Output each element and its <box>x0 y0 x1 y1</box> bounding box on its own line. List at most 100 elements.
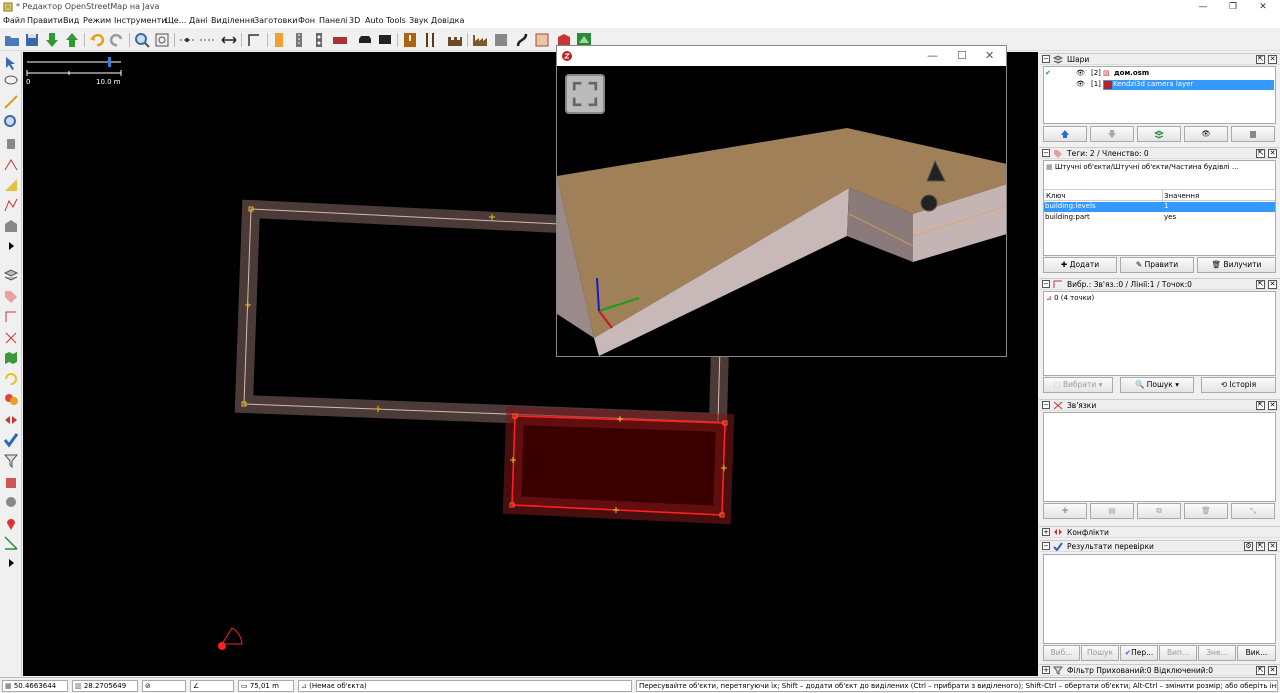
validator-toggle-icon[interactable] <box>3 432 19 448</box>
upload-icon[interactable] <box>63 31 81 49</box>
layers-panel-header[interactable]: − Шари ⇱ ✕ <box>1039 53 1280 65</box>
combine-way-icon[interactable] <box>198 31 216 49</box>
layer-list[interactable]: ✔ 👁 [2] ▨ дом.osm 👁 [1] Kendzi3d camera … <box>1043 66 1276 124</box>
relation-list[interactable] <box>1043 412 1276 502</box>
preset-grey-icon[interactable] <box>492 31 510 49</box>
layer-row[interactable]: 👁 [1] Kendzi3d camera layer <box>1044 80 1275 90</box>
open-file-icon[interactable] <box>3 31 21 49</box>
kendzi3d-close-button[interactable]: ✕ <box>985 49 994 62</box>
menu-item[interactable]: Довідка <box>431 16 464 25</box>
panel-close-button[interactable]: ✕ <box>1268 542 1277 551</box>
improve-way-icon[interactable] <box>3 197 19 213</box>
menu-item[interactable]: Режим <box>83 16 111 25</box>
selection-toggle-icon[interactable] <box>3 309 19 325</box>
download-icon[interactable] <box>43 31 61 49</box>
relations-panel-header[interactable]: − Зв'язки ⇱ ✕ <box>1039 399 1280 411</box>
box-toggle-icon[interactable] <box>3 474 19 490</box>
panel-close-button[interactable]: ✕ <box>1268 280 1277 289</box>
expand-toggle[interactable]: + <box>1042 666 1050 674</box>
delete-tool-icon[interactable] <box>3 135 19 151</box>
preferences-button[interactable]: ⚙ <box>1244 542 1253 551</box>
maximize-button[interactable]: ❐ <box>1218 0 1248 14</box>
expand-arrow-icon[interactable] <box>3 238 19 254</box>
undock-button[interactable]: ⇱ <box>1256 401 1265 410</box>
history-toggle-icon[interactable] <box>3 371 19 387</box>
selection-item[interactable]: ⊿ 0 (4 точки) <box>1046 294 1094 304</box>
history-button[interactable]: ⟲ Історія <box>1201 377 1276 393</box>
preset-warning-icon[interactable] <box>401 31 419 49</box>
add-tag-button[interactable]: ✚ Додати <box>1043 257 1117 273</box>
visibility-eye-icon[interactable]: 👁 <box>1076 80 1085 88</box>
relations-toggle-icon[interactable] <box>3 330 19 346</box>
collapse-toggle[interactable]: − <box>1042 542 1050 550</box>
kendzi3d-viewport[interactable] <box>557 66 1006 356</box>
filter-toggle-icon[interactable] <box>3 453 19 469</box>
conflicts-toggle-icon[interactable] <box>3 412 19 428</box>
tags-panel-header[interactable]: − Теги: 2 / Членство: 0 ⇱ ✕ <box>1039 147 1280 159</box>
menu-item[interactable]: Звук <box>409 16 428 25</box>
edit-tag-button[interactable]: ✎ Правити <box>1120 257 1194 273</box>
collapse-toggle[interactable]: − <box>1042 55 1050 63</box>
move-up-button[interactable] <box>1043 126 1087 142</box>
toggle-visibility-button[interactable]: 👁 <box>1184 126 1228 142</box>
validator-search-button[interactable]: Пошук <box>1081 645 1119 661</box>
menu-item[interactable]: Правити <box>27 16 63 25</box>
fullscreen-toggle-icon[interactable] <box>565 74 605 114</box>
panel-close-button[interactable]: ✕ <box>1268 666 1277 675</box>
panel-close-button[interactable]: ✕ <box>1268 401 1277 410</box>
validation-list[interactable] <box>1043 554 1276 644</box>
delete-relation-button[interactable]: 🗑 <box>1184 503 1228 519</box>
edit-relation-button[interactable]: ▤ <box>1090 503 1134 519</box>
menu-item[interactable]: Файл <box>3 16 25 25</box>
parallel-tool-icon[interactable] <box>3 156 19 172</box>
preset-building-icon[interactable] <box>270 31 288 49</box>
preset-castle-icon[interactable] <box>446 31 464 49</box>
orthogonalize-icon[interactable] <box>245 31 263 49</box>
value-column-header[interactable]: Значення <box>1164 192 1199 200</box>
layers-toggle-icon[interactable] <box>3 268 19 284</box>
menu-item[interactable]: Панелі <box>319 16 347 25</box>
undo-icon[interactable] <box>88 31 106 49</box>
draw-tool-icon[interactable] <box>3 94 19 110</box>
ignore-button[interactable]: Зне... <box>1198 645 1236 661</box>
minimize-button[interactable]: — <box>1188 0 1218 14</box>
collapse-toggle[interactable]: − <box>1042 280 1050 288</box>
extra-button[interactable]: Вик... <box>1237 645 1276 661</box>
search-button[interactable]: 🔍 Пошук ▾ <box>1120 377 1194 393</box>
pin-toggle-icon[interactable] <box>3 515 19 531</box>
extrude-tool-icon[interactable] <box>3 177 19 193</box>
lasso-tool-icon[interactable] <box>3 74 19 90</box>
validate-button[interactable]: ✔Пер... <box>1120 645 1158 661</box>
tag-table[interactable]: ▦ Штучні об'єкти/Штучні об'єкти/Частина … <box>1043 160 1276 256</box>
preset-link[interactable]: ▦ Штучні об'єкти/Штучні об'єкти/Частина … <box>1046 163 1274 173</box>
zoom-tool-icon[interactable] <box>3 114 19 130</box>
preset-curve-icon[interactable] <box>513 31 531 49</box>
select-relation-button[interactable]: ⤡ <box>1231 503 1275 519</box>
select-button[interactable]: ⬚ Вибрати ▾ <box>1043 377 1113 393</box>
tag-row[interactable]: building:part yes <box>1044 213 1275 223</box>
merge-layer-button[interactable] <box>1137 126 1181 142</box>
selection-list[interactable]: ⊿ 0 (4 точки) <box>1043 291 1276 376</box>
reverse-way-icon[interactable] <box>220 31 238 49</box>
preset-industrial-icon[interactable] <box>471 31 489 49</box>
building-tool-icon[interactable] <box>3 218 19 234</box>
selected-building-part[interactable] <box>502 406 735 525</box>
undock-button[interactable]: ⇱ <box>1256 542 1265 551</box>
authors-toggle-icon[interactable] <box>3 391 19 407</box>
menu-item[interactable]: Інструменти <box>114 16 167 25</box>
menu-item[interactable]: Фон <box>298 16 315 25</box>
preset-restaurant-icon[interactable] <box>421 31 439 49</box>
visibility-eye-icon[interactable]: 👁 <box>1076 69 1085 77</box>
save-icon[interactable] <box>23 31 41 49</box>
duplicate-relation-button[interactable]: ⧉ <box>1137 503 1181 519</box>
menu-item[interactable]: Виділення <box>211 16 255 25</box>
tags-toggle-icon[interactable] <box>3 289 19 305</box>
map-toggle-icon[interactable] <box>3 350 19 366</box>
zoom-selection-icon[interactable] <box>153 31 171 49</box>
move-down-button[interactable] <box>1090 126 1134 142</box>
expand-arrow-2-icon[interactable] <box>3 555 19 571</box>
layer-row[interactable]: ✔ 👁 [2] ▨ дом.osm <box>1044 69 1275 79</box>
kendzi3d-minimize-button[interactable]: — <box>927 49 938 62</box>
filter-panel-header[interactable]: + Фільтр Прихований:0 Відключений:0 ⇱ ✕ <box>1039 664 1280 676</box>
preset-terrain-icon[interactable] <box>533 31 551 49</box>
